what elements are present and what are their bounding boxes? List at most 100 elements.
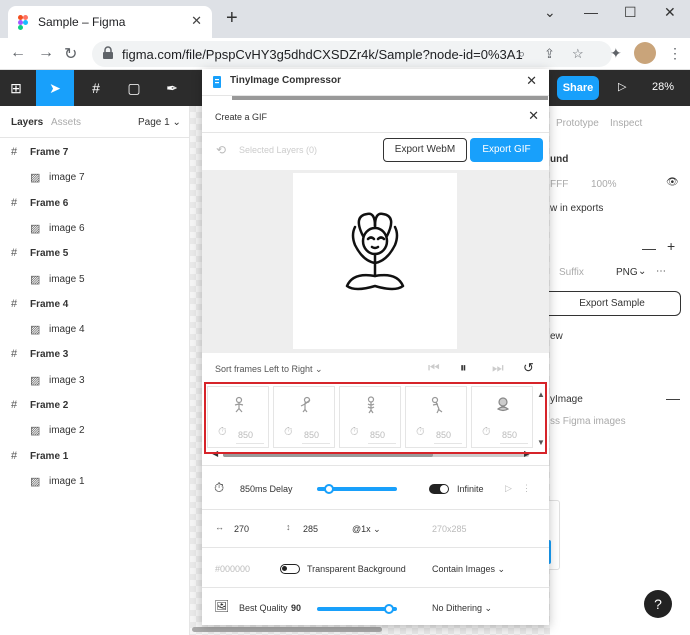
pen-tool-icon[interactable]: ✒: [156, 70, 188, 106]
help-button[interactable]: ?: [644, 590, 672, 618]
zoom-level[interactable]: 28%: [652, 81, 674, 93]
color-input[interactable]: #000000: [215, 564, 250, 574]
tab-inspect[interactable]: Inspect: [610, 118, 642, 129]
new-tab-button[interactable]: +: [226, 8, 238, 28]
delay-row: ⏱ 850ms Delay Infinite ▷ ⋮: [202, 465, 549, 509]
page-selector[interactable]: Page 1 ⌄: [138, 117, 181, 128]
frames-highlight-box: [204, 382, 547, 454]
tab-layers[interactable]: Layers: [11, 117, 43, 128]
figma-logo-icon: [18, 15, 28, 30]
browser-tab[interactable]: Sample – Figma ✕: [8, 6, 212, 38]
format-select[interactable]: PNG: [616, 267, 638, 278]
add-export-icon[interactable]: +: [667, 238, 675, 254]
present-icon[interactable]: ▷: [618, 80, 626, 93]
export-gif-button[interactable]: Export GIF: [470, 138, 543, 162]
layer-frame[interactable]: # Frame 5: [0, 245, 190, 263]
loop-count-input[interactable]: ⋮: [522, 483, 531, 494]
suffix-input[interactable]: Suffix: [559, 267, 584, 278]
height-input[interactable]: 285: [303, 524, 318, 534]
layer-image[interactable]: ▨ image 4: [0, 321, 190, 339]
export-sample-button[interactable]: Export Sample: [543, 291, 681, 316]
format-chevron-icon[interactable]: ⌄: [638, 266, 646, 277]
layer-image[interactable]: ▨ image 5: [0, 271, 190, 289]
more-menu-icon[interactable]: ⋮: [668, 45, 682, 62]
show-in-exports-label[interactable]: w in exports: [550, 203, 603, 214]
profile-avatar[interactable]: [634, 42, 656, 64]
forward-icon[interactable]: →: [38, 44, 54, 62]
contain-images-select[interactable]: Contain Images ⌄: [432, 564, 505, 575]
maximize-button[interactable]: ☐: [624, 4, 637, 21]
browser-tabstrip: Sample – Figma ✕ + ⌄ — ☐ ✕: [0, 0, 690, 38]
layer-name: image 1: [49, 475, 85, 487]
background-hex[interactable]: FFF: [550, 179, 568, 190]
plugin-icon: [213, 76, 221, 88]
export-options-icon[interactable]: ⋯: [656, 266, 666, 277]
layer-frame[interactable]: # Frame 2: [0, 397, 190, 415]
play-once-icon[interactable]: ▷: [505, 483, 512, 494]
refresh-icon[interactable]: ⟲: [216, 143, 226, 157]
move-tool-icon[interactable]: ➤: [36, 70, 74, 106]
pause-icon[interactable]: ⏸: [460, 360, 467, 376]
tab-title: Sample – Figma: [38, 15, 126, 29]
share-button[interactable]: Share: [557, 76, 599, 100]
layer-frame[interactable]: # Frame 6: [0, 195, 190, 213]
layer-image[interactable]: ▨ image 1: [0, 473, 190, 491]
previous-frame-icon[interactable]: ⏮: [428, 360, 440, 376]
shape-tool-icon[interactable]: ▢: [118, 70, 150, 106]
scale-select[interactable]: @1x ⌄: [352, 524, 381, 535]
frame-icon: #: [11, 348, 18, 361]
layer-frame[interactable]: # Frame 4: [0, 296, 190, 314]
tab-assets[interactable]: Assets: [51, 117, 81, 128]
height-icon: ↕: [286, 522, 291, 532]
remove-export-icon[interactable]: —: [642, 240, 656, 256]
layer-name: image 3: [49, 374, 85, 386]
tab-close-icon[interactable]: ✕: [191, 13, 202, 29]
zoom-search-icon[interactable]: ⌕: [518, 46, 525, 62]
tab-prototype[interactable]: Prototype: [556, 118, 599, 129]
reload-icon[interactable]: ↻: [64, 44, 77, 64]
extensions-icon[interactable]: ✦: [610, 45, 622, 62]
back-icon[interactable]: ←: [10, 44, 26, 62]
stick-figure-illustration: [345, 212, 405, 291]
layer-image[interactable]: ▨ image 6: [0, 220, 190, 238]
width-input[interactable]: 270: [234, 524, 249, 534]
background-row: #000000 Transparent Background Contain I…: [202, 547, 549, 587]
gif-close-icon[interactable]: ✕: [528, 108, 539, 124]
eye-icon[interactable]: 👁: [666, 177, 679, 188]
minimize-button[interactable]: —: [584, 4, 598, 20]
transparent-bg-toggle[interactable]: [280, 564, 300, 574]
layer-image[interactable]: ▨ image 7: [0, 169, 190, 187]
replay-icon[interactable]: ↺: [523, 360, 534, 376]
sort-frames-select[interactable]: Sort frames Left to Right ⌄: [215, 364, 323, 375]
layer-image[interactable]: ▨ image 3: [0, 372, 190, 390]
image-icon: ▨: [30, 374, 41, 387]
quality-slider-knob[interactable]: [384, 604, 394, 614]
delay-slider-knob[interactable]: [324, 484, 334, 494]
gif-title: Create a GIF: [215, 112, 268, 122]
tab-search-icon[interactable]: ⌄: [544, 4, 556, 21]
plugin-close-icon[interactable]: ✕: [526, 73, 537, 89]
frame-icon: #: [11, 196, 18, 209]
image-icon: ▨: [30, 324, 41, 337]
layer-image[interactable]: ▨ image 2: [0, 422, 190, 440]
background-opacity[interactable]: 100%: [591, 179, 617, 190]
frame-tool-icon[interactable]: #: [80, 70, 112, 106]
remove-plugin-icon[interactable]: —: [666, 390, 680, 406]
left-panel-tabs: Layers Assets Page 1 ⌄: [0, 106, 189, 138]
layer-frame[interactable]: # Frame 3: [0, 346, 190, 364]
layer-name: Frame 7: [30, 147, 69, 158]
export-webm-button[interactable]: Export WebM: [383, 138, 467, 162]
next-frame-icon[interactable]: ⏭: [492, 360, 504, 376]
layers-panel: Layers Assets Page 1 ⌄ # Frame 7 ▨ image 7 #…: [0, 106, 190, 635]
layer-frame[interactable]: # Frame 7: [0, 144, 190, 162]
dithering-select[interactable]: No Dithering ⌄: [432, 603, 492, 614]
canvas-scrollbar[interactable]: [192, 627, 382, 632]
infinite-loop-toggle[interactable]: [429, 484, 449, 494]
close-window-button[interactable]: ✕: [664, 4, 676, 21]
layer-frame[interactable]: # Frame 1: [0, 448, 190, 466]
figma-menu-icon[interactable]: ⊞: [0, 70, 32, 106]
share-page-icon[interactable]: ⇪: [544, 46, 555, 62]
preview-label[interactable]: ew: [550, 331, 563, 342]
bookmark-star-icon[interactable]: ☆: [572, 46, 584, 62]
address-bar[interactable]: figma.com/file/PpspCvHY3g5dhdCXSDZr4k/Sa…: [92, 41, 612, 67]
